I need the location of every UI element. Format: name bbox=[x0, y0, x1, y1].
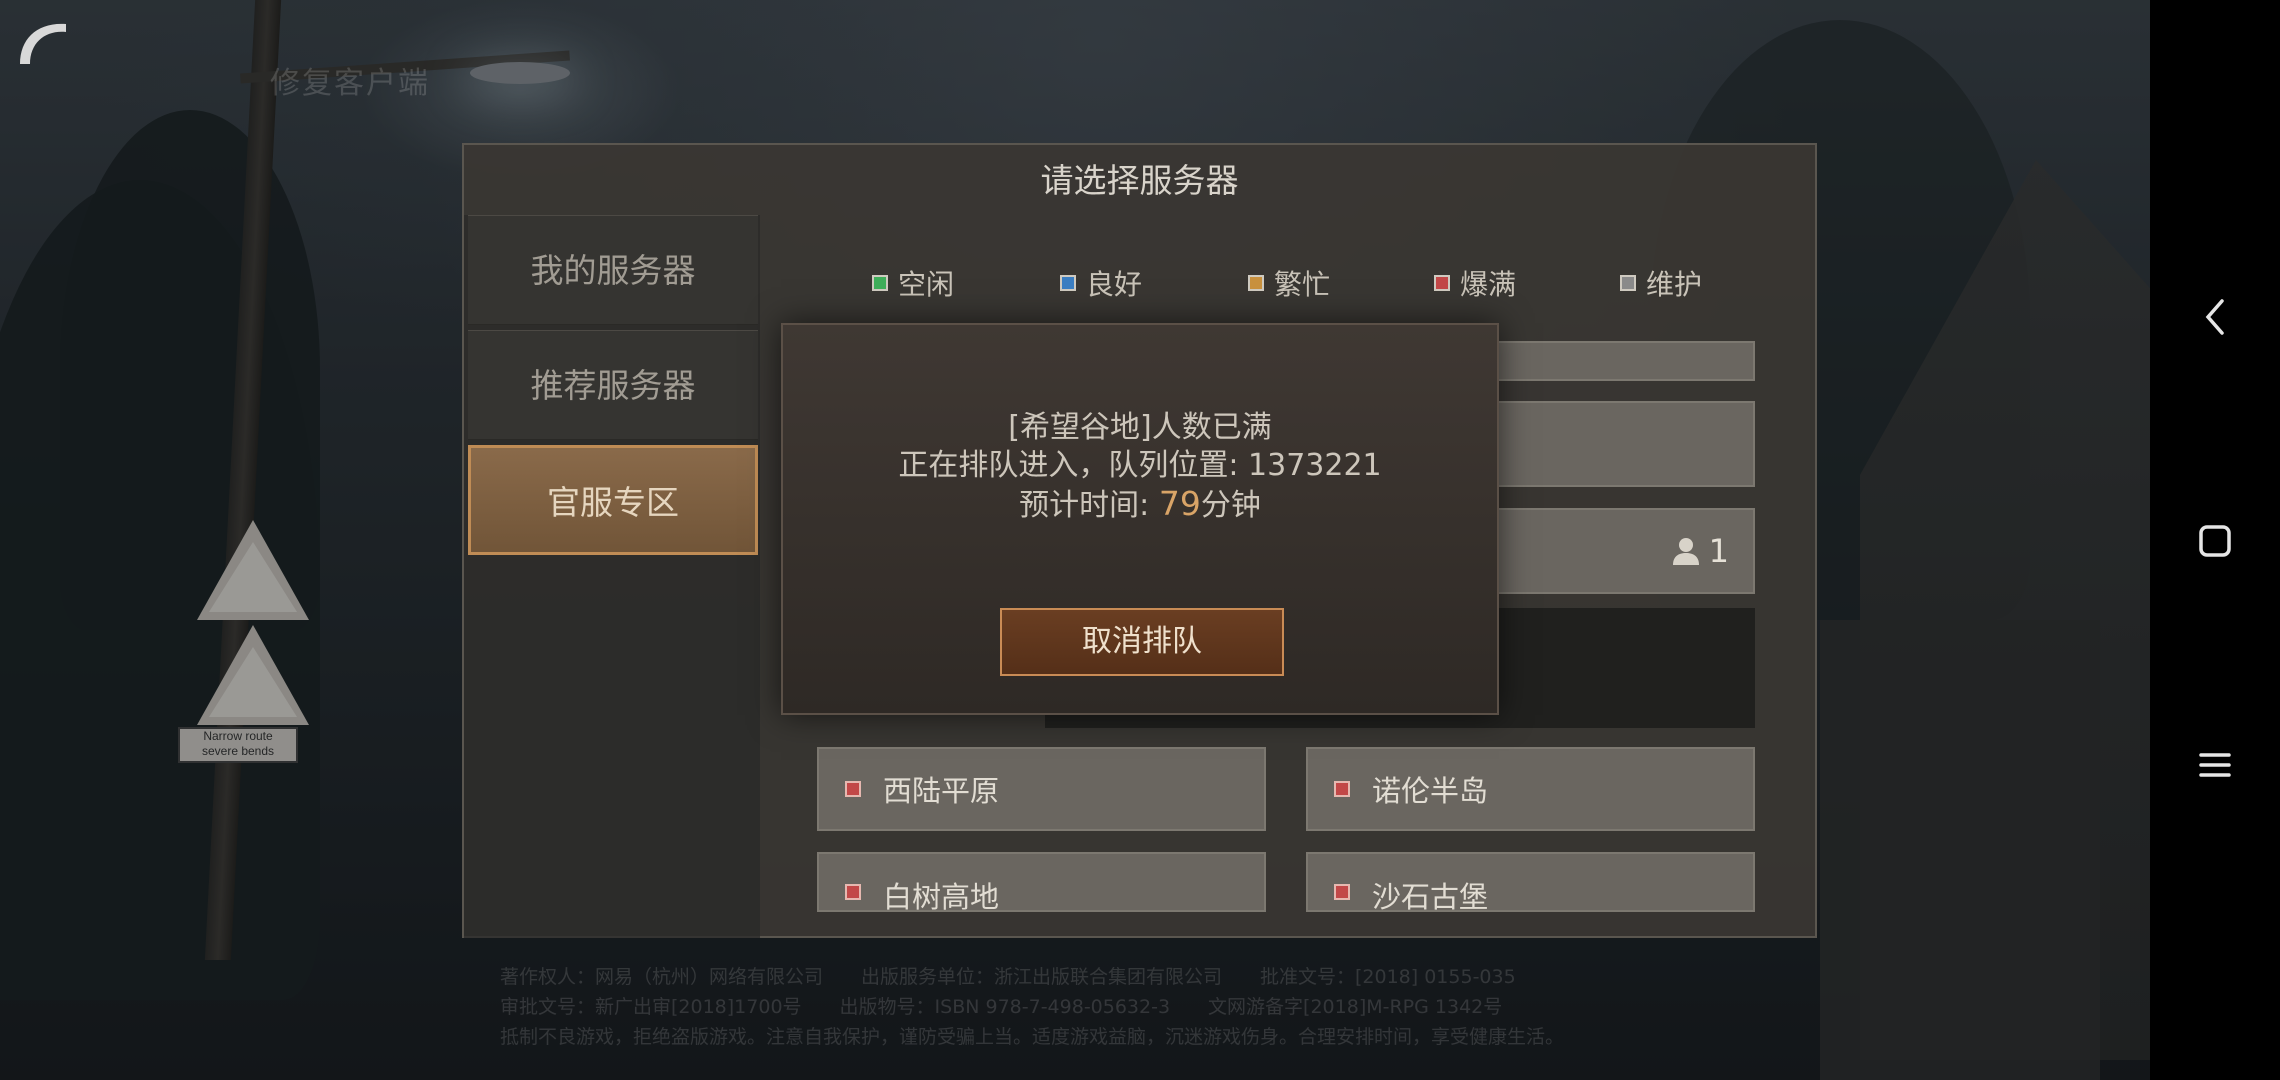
person-icon bbox=[1672, 538, 1699, 565]
menu-lines-icon bbox=[2199, 753, 2231, 777]
full-status-icon bbox=[1334, 781, 1350, 797]
server-full-text: [希望谷地]人数已满 bbox=[1008, 410, 1272, 445]
queue-dialog: [希望谷地]人数已满 正在排队进入，队列位置: 1373221 预计时间: 79… bbox=[781, 323, 1499, 715]
server-card[interactable]: 西陆平原 bbox=[817, 747, 1266, 831]
server-card[interactable]: 白树高地 bbox=[817, 852, 1266, 914]
tab-my-servers[interactable]: 我的服务器 bbox=[468, 215, 758, 325]
legend-full: 爆满 bbox=[1434, 263, 1620, 303]
full-status-icon bbox=[845, 781, 861, 797]
back-button[interactable] bbox=[2185, 287, 2245, 347]
recents-button[interactable] bbox=[2185, 735, 2245, 795]
server-card[interactable]: 诺伦半岛 bbox=[1306, 747, 1755, 831]
full-status-icon bbox=[1434, 275, 1450, 291]
system-navigation-bar bbox=[2150, 0, 2280, 1080]
legend-good: 良好 bbox=[1060, 263, 1248, 303]
idle-status-icon bbox=[872, 275, 888, 291]
server-name: 西陆平原 bbox=[883, 774, 1000, 808]
busy-status-icon bbox=[1248, 275, 1264, 291]
home-button[interactable] bbox=[2185, 511, 2245, 571]
server-card[interactable]: 沙石古堡 bbox=[1306, 852, 1755, 914]
warning-sign bbox=[197, 520, 309, 620]
status-legend: 空闲 良好 繁忙 爆满 维护 bbox=[872, 263, 1792, 303]
server-card-hidden-3[interactable]: 1 bbox=[1495, 508, 1755, 594]
queue-message: [希望谷地]人数已满 正在排队进入，队列位置: 1373221 预计时间: 79… bbox=[783, 409, 1497, 525]
full-status-icon bbox=[1334, 884, 1350, 900]
tab-official-zone[interactable]: 官服专区 bbox=[468, 445, 758, 555]
server-name: 沙石古堡 bbox=[1372, 880, 1489, 914]
good-status-icon bbox=[1060, 275, 1076, 291]
queue-position-text: 正在排队进入，队列位置: 1373221 bbox=[898, 448, 1382, 483]
server-card-hidden-2[interactable] bbox=[1495, 401, 1755, 487]
back-chevron-icon bbox=[2205, 299, 2224, 335]
legend-maintenance: 维护 bbox=[1620, 263, 1702, 303]
street-lamp bbox=[470, 62, 570, 84]
deer-sign bbox=[197, 625, 309, 725]
app-logo-icon bbox=[20, 23, 66, 64]
legend-idle: 空闲 bbox=[872, 263, 1060, 303]
home-square-icon bbox=[2199, 525, 2231, 557]
road-sign-plate: Narrow route severe bends bbox=[178, 727, 298, 763]
tab-recommended-servers[interactable]: 推荐服务器 bbox=[468, 330, 758, 440]
maintenance-status-icon bbox=[1620, 275, 1636, 291]
server-name: 诺伦半岛 bbox=[1372, 774, 1489, 808]
server-name: 白树高地 bbox=[883, 880, 1000, 914]
legal-footer: 著作权人：网易（杭州）网络有限公司 出版服务单位：浙江出版联合集团有限公司 批准… bbox=[500, 966, 1565, 1048]
estimated-time-text: 预计时间: 79分钟 bbox=[1019, 484, 1261, 524]
full-status-icon bbox=[845, 884, 861, 900]
server-category-sidebar: 我的服务器 推荐服务器 官服专区 bbox=[464, 215, 760, 938]
character-count: 1 bbox=[1708, 532, 1729, 570]
panel-title: 请选择服务器 bbox=[1040, 161, 1239, 200]
legend-busy: 繁忙 bbox=[1248, 263, 1434, 303]
server-card-hidden-1[interactable] bbox=[1495, 341, 1755, 381]
cancel-queue-button[interactable]: 取消排队 bbox=[1000, 608, 1284, 676]
repair-client-label[interactable]: 修复客户端 bbox=[270, 58, 430, 102]
game-screen: Narrow route severe bends 修复客户端 请选择服务器 我… bbox=[0, 0, 2280, 1080]
